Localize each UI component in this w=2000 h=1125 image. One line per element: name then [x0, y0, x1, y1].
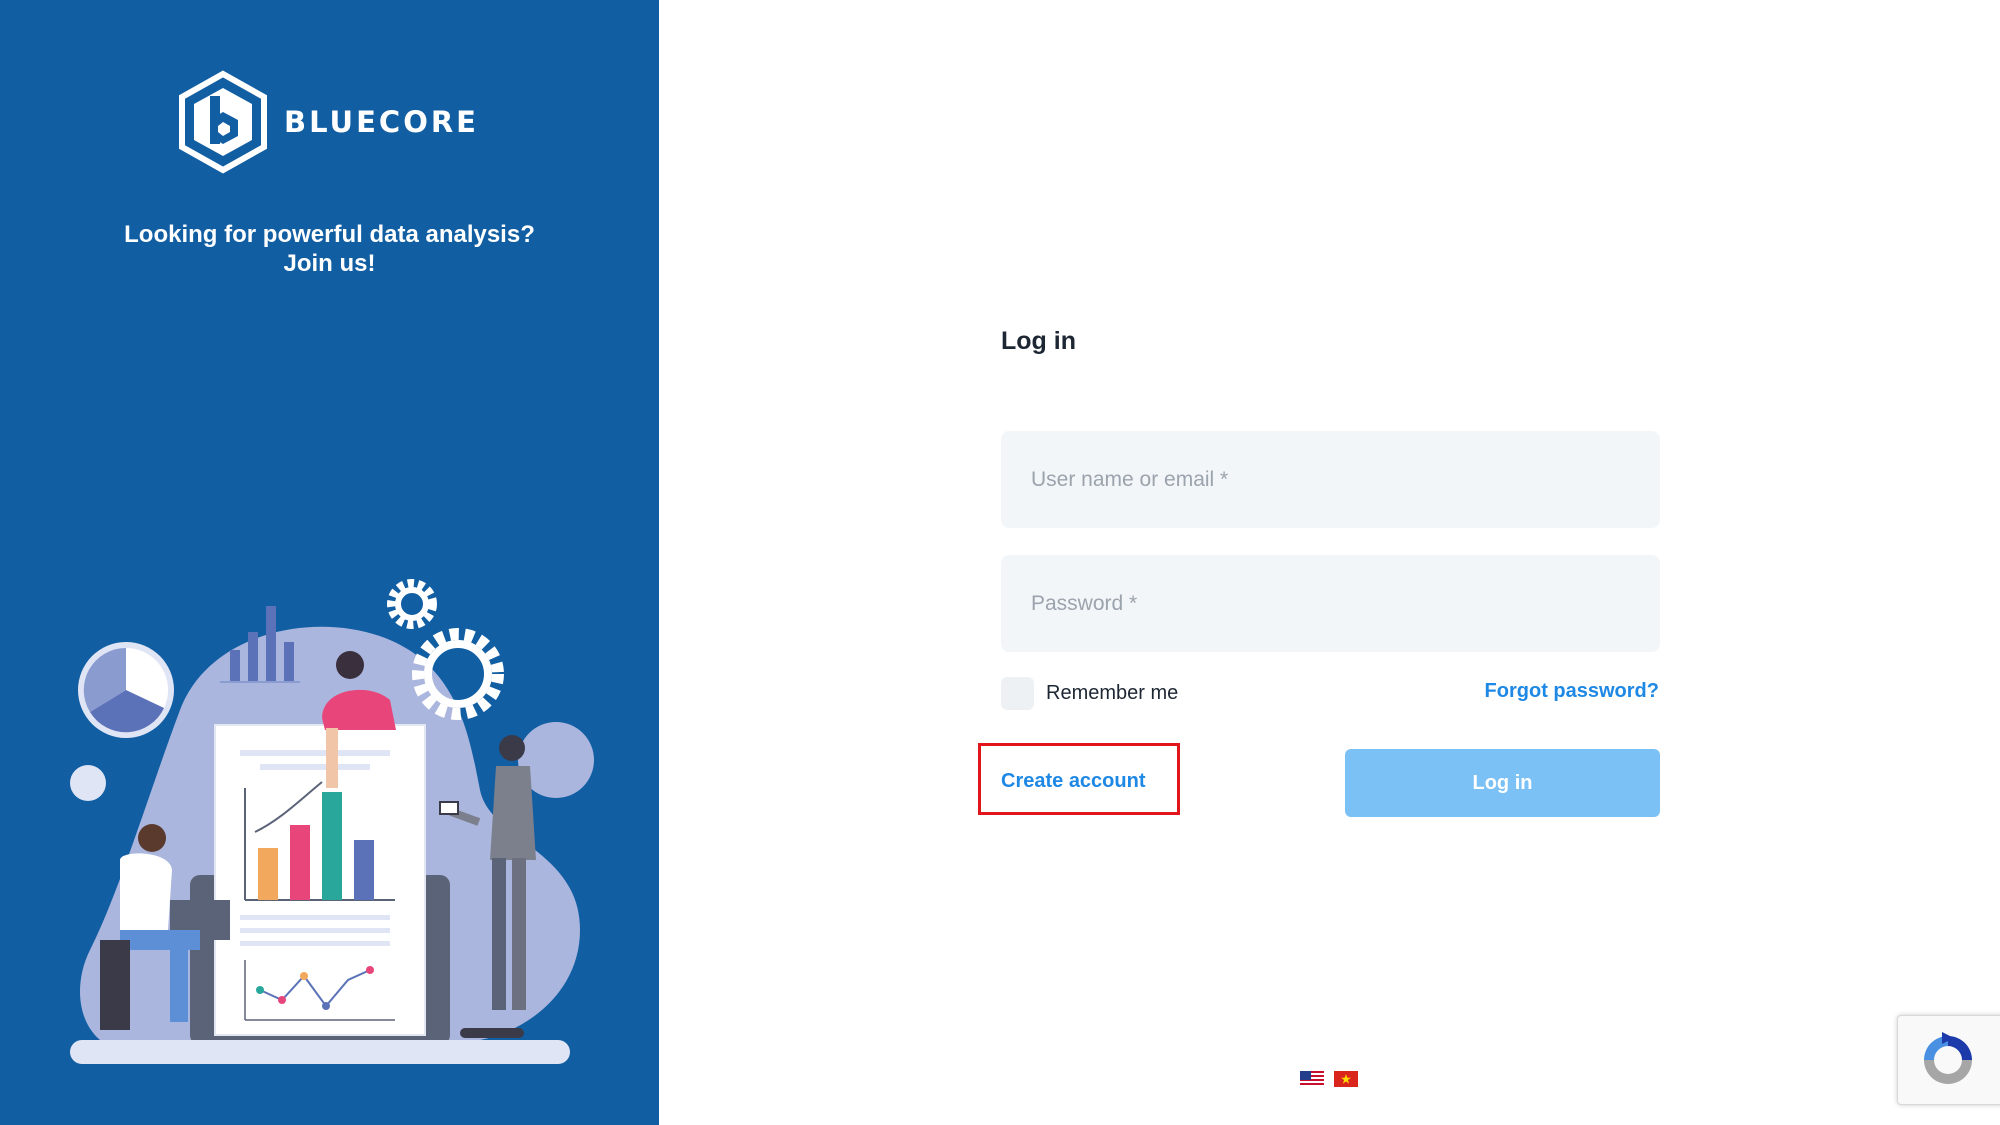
tagline: Looking for powerful data analysis? Join… — [0, 220, 659, 278]
floor — [70, 1040, 570, 1064]
username-email-input[interactable] — [1001, 431, 1660, 528]
seated-man-figure — [138, 824, 166, 852]
brand-name: BLUECORE — [284, 105, 479, 139]
forgot-password-link[interactable]: Forgot password? — [1485, 680, 1659, 703]
tagline-line-2: Join us! — [283, 250, 376, 277]
recaptcha-icon — [1924, 1032, 1972, 1084]
recaptcha-badge[interactable] — [1897, 1015, 2000, 1105]
login-title: Log in — [1001, 327, 1076, 355]
password-input[interactable] — [1001, 555, 1660, 652]
bluecore-logo-icon — [179, 70, 267, 174]
data-analysis-illustration — [70, 579, 594, 1064]
standing-man-figure — [499, 735, 525, 761]
remember-me-checkbox[interactable] — [1001, 677, 1034, 710]
tagline-line-1: Looking for powerful data analysis? — [124, 221, 535, 248]
english-flag-icon[interactable] — [1300, 1071, 1324, 1087]
create-account-link[interactable]: Create account — [1001, 770, 1146, 793]
woman-figure — [336, 651, 364, 679]
login-button[interactable]: Log in — [1345, 749, 1660, 817]
language-switcher — [1300, 1071, 1358, 1087]
vietnamese-flag-icon[interactable] — [1334, 1071, 1358, 1087]
logo: BLUECORE — [176, 70, 479, 174]
brand-panel: BLUECORE Looking for powerful data analy… — [0, 0, 659, 1125]
remember-me[interactable]: Remember me — [1001, 677, 1178, 710]
remember-me-label[interactable]: Remember me — [1046, 682, 1178, 705]
login-page: BLUECORE Looking for powerful data analy… — [0, 0, 2000, 1125]
